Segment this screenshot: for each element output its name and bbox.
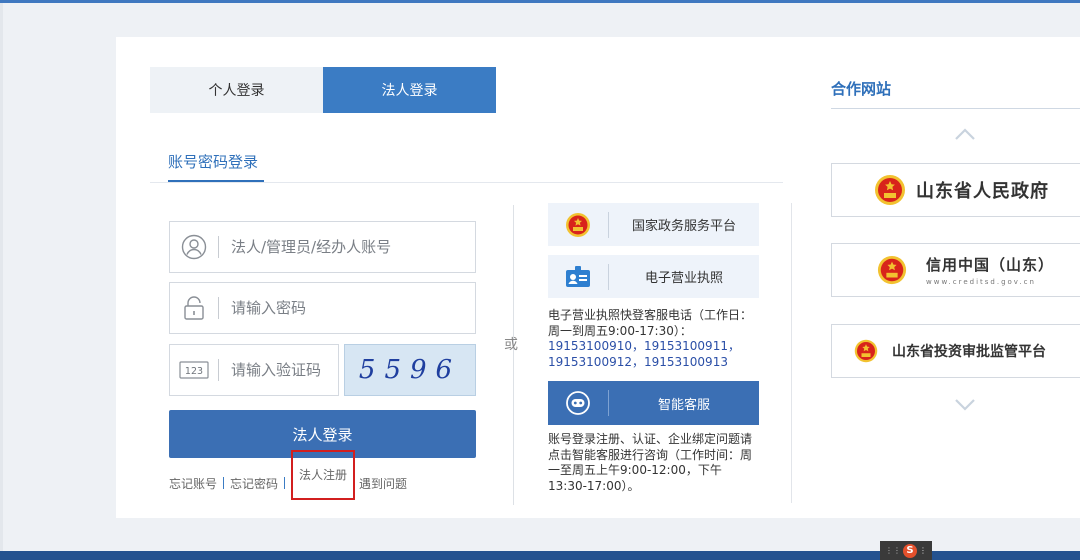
- partner-text: 信用中国（山东） www.creditsd.gov.cn: [926, 254, 1054, 286]
- vertical-divider: [513, 205, 514, 505]
- link-divider: [223, 477, 225, 489]
- corporate-register-link[interactable]: 法人注册: [291, 450, 356, 500]
- number-123-icon: 123: [170, 344, 218, 396]
- section-divider: [150, 182, 783, 183]
- captcha-text: 5596: [358, 355, 462, 385]
- login-help-links: 忘记账号 忘记密码 法人注册 遇到问题: [169, 450, 407, 500]
- e-license-button[interactable]: 电子营业执照: [548, 255, 759, 298]
- id-badge-icon: [548, 255, 608, 298]
- ime-toolbar[interactable]: ⋮⋮ S ⋮: [880, 541, 932, 560]
- top-border: [0, 0, 1080, 3]
- account-field[interactable]: [169, 221, 476, 273]
- national-emblem-icon: [548, 203, 608, 246]
- link-divider: [284, 477, 286, 489]
- user-icon: [170, 221, 218, 273]
- smart-service-label: 智能客服: [657, 397, 710, 413]
- vertical-divider: [791, 203, 792, 503]
- password-input[interactable]: [219, 288, 459, 328]
- more-icon: ⋮: [919, 546, 927, 555]
- lock-icon: [170, 282, 218, 334]
- partner-title-divider: [831, 108, 1080, 109]
- page-edge: [0, 3, 3, 551]
- gov-service-platform-button[interactable]: 国家政务服务平台: [548, 203, 759, 246]
- tab-personal-login[interactable]: 个人登录: [150, 67, 323, 113]
- login-tabs: 个人登录 法人登录: [150, 67, 496, 113]
- partner-card-investment-approval[interactable]: 山东省投资审批监管平台: [831, 324, 1080, 378]
- chevron-up-icon[interactable]: [954, 127, 976, 141]
- e-license-hotline-info: 电子营业执照快登客服电话（工作日：周一到周五9:00-17:30）： 19153…: [548, 308, 760, 370]
- partner-card-credit-china-shandong[interactable]: 信用中国（山东） www.creditsd.gov.cn: [831, 243, 1080, 297]
- password-field[interactable]: [169, 282, 476, 334]
- chevron-down-icon[interactable]: [954, 398, 976, 412]
- chat-robot-icon: [548, 382, 608, 425]
- svg-text:123: 123: [185, 366, 203, 377]
- partner-name: 山东省人民政府: [916, 181, 1049, 202]
- national-emblem-icon: [850, 334, 882, 368]
- grip-icon: ⋮⋮: [885, 546, 901, 555]
- captcha-field[interactable]: 123: [169, 344, 339, 396]
- captcha-image[interactable]: 5596: [344, 344, 476, 396]
- hotline-numbers: 19153100910，19153100911，19153100912，1915…: [548, 339, 740, 369]
- or-separator: 或: [504, 337, 518, 353]
- national-emblem-icon: [876, 253, 908, 287]
- tab-corporate-login[interactable]: 法人登录: [323, 67, 496, 113]
- section-title-underline: [168, 180, 264, 182]
- sogou-input-icon: S: [903, 543, 917, 558]
- captcha-input[interactable]: [219, 350, 329, 390]
- partner-name: 信用中国（山东）: [926, 256, 1055, 274]
- partner-url: www.creditsd.gov.cn: [926, 278, 1036, 286]
- smart-service-info: 账号登录注册、认证、企业绑定问题请点击智能客服进行咨询（工作时间：周一至周五上午…: [548, 432, 753, 493]
- national-emblem-icon: [874, 173, 906, 207]
- forgot-account-link[interactable]: 忘记账号: [169, 475, 217, 492]
- e-license-hotline-text: 电子营业执照快登客服电话（工作日：周一到周五9:00-17:30）：: [548, 308, 753, 338]
- section-title[interactable]: 账号密码登录: [168, 151, 258, 172]
- forgot-password-link[interactable]: 忘记密码: [230, 475, 278, 492]
- gov-service-platform-label: 国家政务服务平台: [631, 219, 736, 234]
- account-input[interactable]: [219, 227, 459, 267]
- e-license-label: 电子营业执照: [644, 271, 723, 286]
- smart-service-button[interactable]: 智能客服: [548, 381, 759, 425]
- partner-name: 山东省投资审批监管平台: [892, 344, 1046, 360]
- partner-sites-title: 合作网站: [831, 80, 892, 98]
- problems-link[interactable]: 遇到问题: [359, 475, 407, 492]
- partner-card-shandong-gov[interactable]: 山东省人民政府: [831, 163, 1080, 217]
